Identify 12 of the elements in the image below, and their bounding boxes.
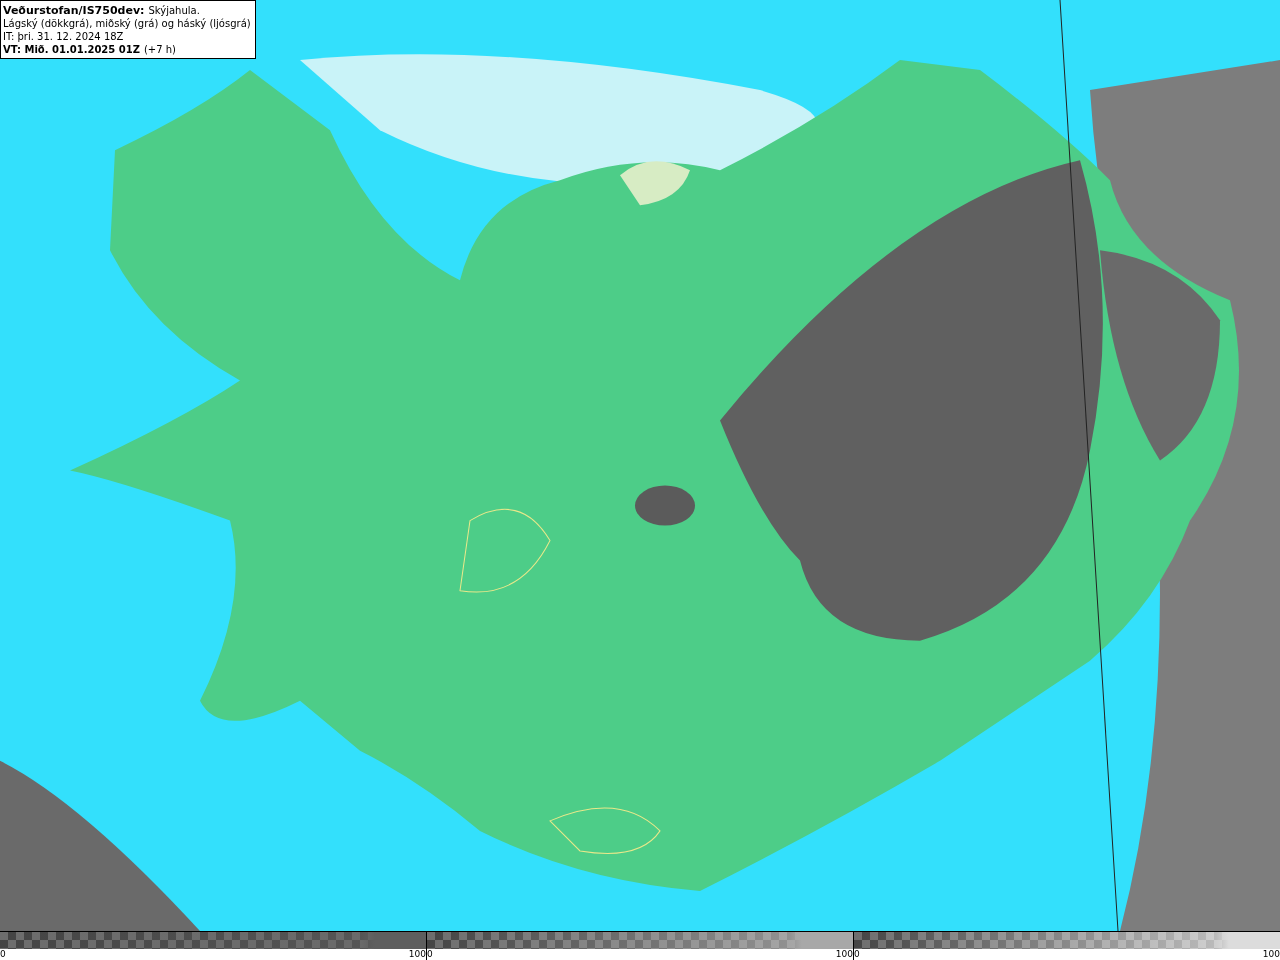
scale-min-label: 0 <box>854 949 860 959</box>
scale-min-label: 0 <box>0 949 6 959</box>
scale-max-label: 100 <box>408 949 426 959</box>
product-label: Skýjahula. <box>148 4 200 17</box>
source-label: Veðurstofan/IS750dev: <box>3 4 145 17</box>
scale-max-label: 100 <box>1262 949 1280 959</box>
scale-min-label: 0 <box>427 949 433 959</box>
issue-time-text: IT: þri. 31. 12. 2024 18Z <box>3 30 124 43</box>
description-text: Lágský (dökkgrá), miðský (grá) og háský (ljósgrá) <box>3 17 251 30</box>
valid-offset-text: (+7 h) <box>143 43 176 56</box>
scale-max-label: 100 <box>835 949 853 959</box>
valid-time-text: VT: Mið. 01.01.2025 01Z <box>3 43 140 56</box>
